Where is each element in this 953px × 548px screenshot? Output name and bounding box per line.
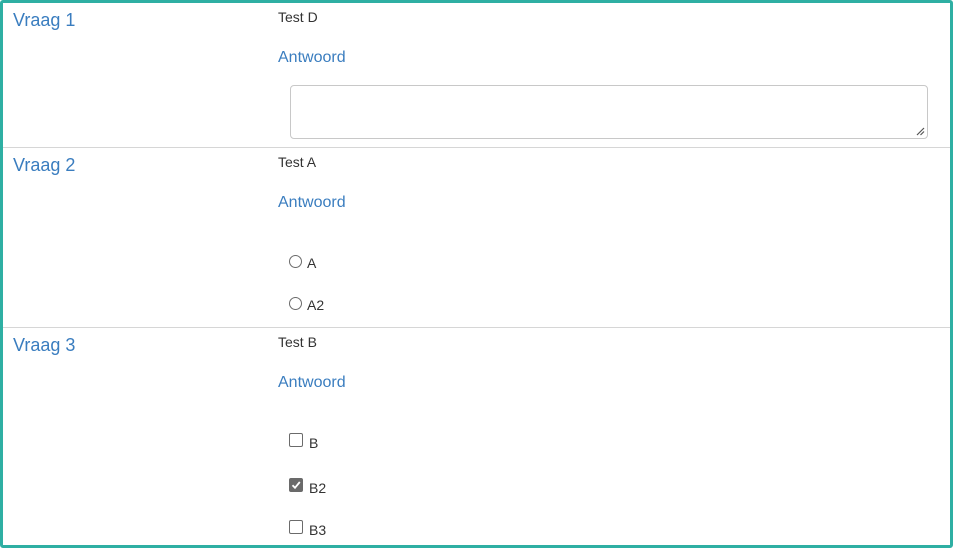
radio-option-a2-label: A2 bbox=[307, 297, 325, 313]
checkbox-option-b3[interactable]: B3 bbox=[289, 520, 326, 538]
radio-button-a[interactable] bbox=[289, 255, 302, 268]
question-2: Vraag 2 Test A Antwoord A A2 bbox=[3, 147, 950, 327]
resize-grip-icon[interactable] bbox=[916, 127, 925, 136]
radio-button-a2[interactable] bbox=[289, 297, 302, 310]
radio-option-a[interactable]: A bbox=[289, 255, 316, 271]
checkbox-option-b-label: B bbox=[309, 435, 319, 451]
question-1-answer-textarea[interactable] bbox=[290, 85, 928, 139]
radio-option-a2[interactable]: A2 bbox=[289, 297, 324, 313]
question-1: Vraag 1 Test D Antwoord bbox=[3, 3, 950, 147]
question-1-answer-label: Antwoord bbox=[278, 49, 346, 66]
question-1-label: Vraag 1 bbox=[13, 10, 76, 30]
question-3-text: Test B bbox=[278, 334, 317, 350]
checkbox-option-b3-label: B3 bbox=[309, 522, 327, 538]
radio-option-a-label: A bbox=[307, 255, 317, 271]
question-2-label: Vraag 2 bbox=[13, 155, 76, 175]
question-1-text: Test D bbox=[278, 9, 318, 25]
checkmark-icon bbox=[291, 481, 301, 490]
checkbox-b3[interactable] bbox=[289, 520, 303, 534]
question-3: Vraag 3 Test B Antwoord B B2 B3 bbox=[3, 327, 950, 545]
checkbox-option-b2-label: B2 bbox=[309, 480, 327, 496]
checkbox-option-b[interactable]: B bbox=[289, 433, 318, 451]
question-2-text: Test A bbox=[278, 154, 317, 170]
checkbox-option-b2[interactable]: B2 bbox=[289, 478, 326, 496]
checkbox-b[interactable] bbox=[289, 433, 303, 447]
checkbox-b2[interactable] bbox=[289, 478, 303, 492]
question-3-answer-label: Antwoord bbox=[278, 374, 346, 391]
question-form-frame: Vraag 1 Test D Antwoord Vraag 2 Test A A… bbox=[0, 0, 953, 548]
question-3-label: Vraag 3 bbox=[13, 335, 76, 355]
question-2-answer-label: Antwoord bbox=[278, 194, 346, 211]
